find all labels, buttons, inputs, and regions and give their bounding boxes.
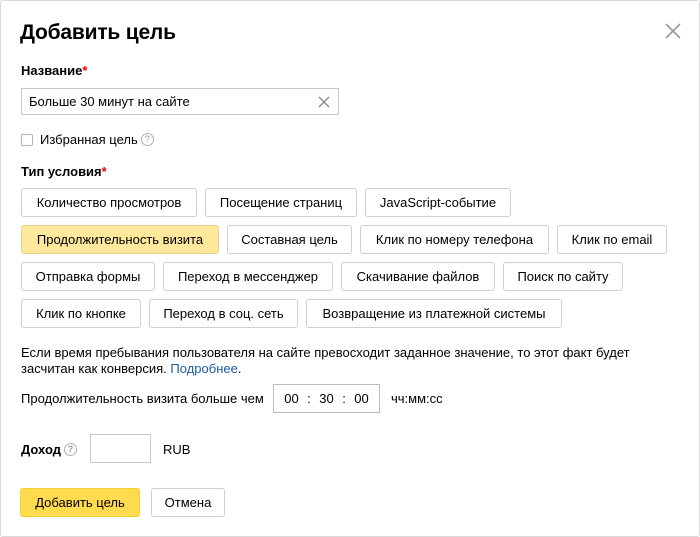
condition-visit-duration[interactable]: Продолжительность визита — [21, 225, 219, 254]
condition-file-download[interactable]: Скачивание файлов — [341, 262, 495, 291]
add-goal-button[interactable]: Добавить цель — [20, 488, 140, 517]
description-text: Если время пребывания пользователя на са… — [21, 345, 630, 376]
time-format-hint: чч:мм:сс — [391, 391, 443, 406]
condition-js-event[interactable]: JavaScript-событие — [365, 188, 511, 217]
condition-page-visit[interactable]: Посещение страниц — [205, 188, 357, 217]
time-separator: : — [307, 391, 311, 406]
condition-description: Если время пребывания пользователя на са… — [21, 345, 661, 377]
favorite-label[interactable]: Избранная цель — [40, 132, 138, 147]
name-label-text: Название — [21, 63, 83, 78]
condition-social[interactable]: Переход в соц. сеть — [149, 299, 298, 328]
condition-type-label: Тип условия* — [21, 164, 107, 179]
close-icon[interactable] — [663, 21, 683, 41]
name-label: Название* — [21, 63, 87, 78]
condition-type-label-text: Тип условия — [21, 164, 102, 179]
condition-site-search[interactable]: Поиск по сайту — [503, 262, 623, 291]
condition-composite[interactable]: Составная цель — [227, 225, 352, 254]
hours-field[interactable]: 00 — [284, 391, 298, 406]
income-input[interactable] — [90, 434, 151, 463]
minutes-field[interactable]: 30 — [319, 391, 333, 406]
help-icon[interactable]: ? — [63, 443, 77, 456]
condition-form-submit[interactable]: Отправка формы — [21, 262, 155, 291]
condition-button-click[interactable]: Клик по кнопке — [21, 299, 141, 328]
required-mark: * — [82, 63, 88, 78]
goal-name-input[interactable]: Больше 30 минут на сайте — [21, 88, 339, 115]
duration-time-input[interactable]: 00 : 30 : 00 — [273, 384, 380, 413]
more-info-link[interactable]: Подробнее — [170, 361, 237, 376]
time-separator: : — [342, 391, 346, 406]
condition-payment-return[interactable]: Возвращение из платежной системы — [306, 299, 562, 328]
favorite-checkbox[interactable] — [21, 133, 33, 146]
description-trailing: . — [237, 361, 242, 376]
favorite-goal-row: Избранная цель ? — [21, 132, 154, 147]
help-icon[interactable]: ? — [140, 133, 154, 146]
condition-messenger[interactable]: Переход в мессенджер — [163, 262, 333, 291]
required-mark: * — [101, 164, 107, 179]
goal-name-value[interactable]: Больше 30 минут на сайте — [22, 94, 314, 109]
clear-icon[interactable] — [314, 92, 334, 112]
dialog-title: Добавить цель — [20, 21, 176, 44]
condition-page-views[interactable]: Количество просмотров — [21, 188, 197, 217]
cancel-button[interactable]: Отмена — [151, 488, 225, 517]
duration-label: Продолжительность визита больше чем — [21, 391, 264, 406]
add-goal-dialog: Добавить цель Название* Больше 30 минут … — [0, 0, 700, 537]
seconds-field[interactable]: 00 — [354, 391, 368, 406]
condition-email-click[interactable]: Клик по email — [557, 225, 667, 254]
income-label: Доход ? — [21, 442, 77, 457]
currency-label: RUB — [163, 442, 191, 457]
income-label-text: Доход — [21, 442, 61, 457]
condition-phone-click[interactable]: Клик по номеру телефона — [360, 225, 549, 254]
